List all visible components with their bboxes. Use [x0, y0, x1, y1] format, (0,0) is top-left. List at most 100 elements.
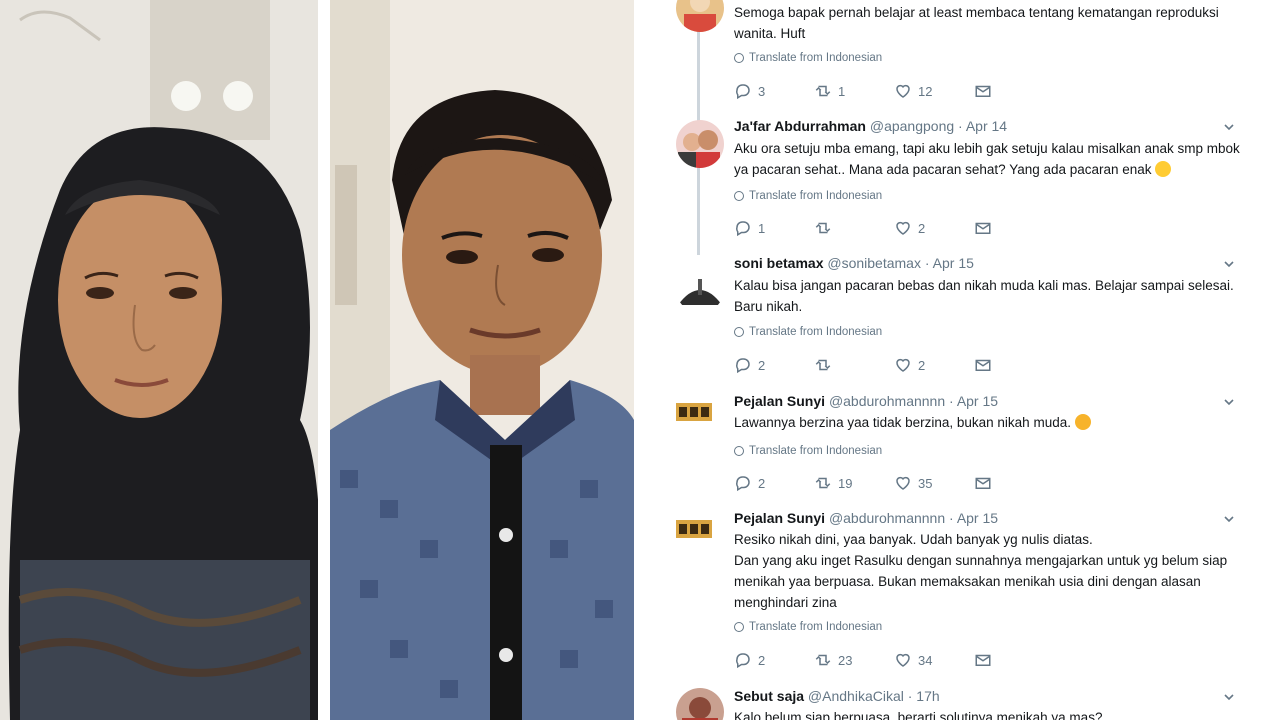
reply-button[interactable]: 2 — [734, 651, 814, 669]
retweet-icon — [815, 359, 831, 371]
like-icon — [896, 358, 910, 372]
like-count: 35 — [918, 475, 933, 491]
globe-icon — [734, 622, 744, 632]
retweet-count: 1 — [838, 83, 846, 99]
tweet-actions: 2 2 — [734, 356, 1054, 374]
like-count: 34 — [918, 652, 933, 668]
photo-boy — [330, 0, 634, 720]
retweet-count: 23 — [838, 652, 853, 668]
photo-boy-illustration — [330, 0, 634, 720]
tweet-time[interactable]: 17h — [916, 688, 939, 704]
user-handle[interactable]: @abdurohmannnn — [829, 393, 945, 409]
twitter-replies-thread: Semoga bapak pernah belajar at least mem… — [634, 0, 1280, 720]
like-icon — [896, 653, 910, 667]
retweet-button[interactable]: 1 — [814, 82, 894, 100]
avatar[interactable] — [676, 0, 724, 32]
direct-message-button[interactable] — [974, 356, 1054, 374]
tweet-time[interactable]: Apr 15 — [957, 393, 998, 409]
reply-count: 2 — [758, 475, 766, 491]
reply-icon — [736, 653, 750, 669]
tweet-time[interactable]: Apr 14 — [966, 118, 1007, 134]
tweet-time[interactable]: Apr 15 — [933, 255, 974, 271]
translate-link[interactable]: Translate from Indonesian — [734, 52, 882, 64]
user-handle[interactable]: @abdurohmannnn — [829, 510, 945, 526]
like-button[interactable]: 2 — [894, 356, 974, 374]
tweet-reply[interactable]: Semoga bapak pernah belajar at least mem… — [634, 0, 1280, 110]
photo-divider — [318, 0, 330, 720]
chevron-down-icon[interactable] — [1224, 514, 1234, 524]
avatar[interactable] — [676, 688, 724, 720]
message-icon — [975, 359, 991, 371]
like-button[interactable]: 34 — [894, 651, 974, 669]
avatar[interactable] — [676, 120, 724, 168]
like-icon — [896, 84, 910, 98]
retweet-button[interactable] — [814, 356, 894, 374]
retweet-icon — [815, 85, 831, 97]
avatar[interactable] — [676, 265, 724, 313]
direct-message-button[interactable] — [974, 651, 1054, 669]
tweet-reply[interactable]: Ja'far Abdurrahman @apangpong · Apr 14 A… — [634, 118, 1280, 248]
reply-button[interactable]: 1 — [734, 219, 814, 237]
direct-message-button[interactable] — [974, 474, 1054, 492]
tweet-reply[interactable]: Sebut saja @AndhikaCikal · 17h Kalo belu… — [634, 688, 1280, 720]
reply-count: 2 — [758, 652, 766, 668]
tweet-header: Pejalan Sunyi @abdurohmannnn · Apr 15 — [734, 393, 999, 409]
direct-message-button[interactable] — [974, 82, 1054, 100]
retweet-button[interactable]: 23 — [814, 651, 894, 669]
like-button[interactable]: 35 — [894, 474, 974, 492]
globe-icon — [734, 446, 744, 456]
message-icon — [975, 85, 991, 97]
like-icon — [896, 221, 910, 235]
user-name[interactable]: Ja'far Abdurrahman — [734, 118, 866, 134]
tweet-reply[interactable]: Pejalan Sunyi @abdurohmannnn · Apr 15 Re… — [634, 510, 1280, 680]
translate-link[interactable]: Translate from Indonesian — [734, 621, 882, 633]
chevron-down-icon[interactable] — [1224, 122, 1234, 132]
user-name[interactable]: Sebut saja — [734, 688, 804, 704]
reply-icon — [736, 358, 750, 374]
reply-count: 1 — [758, 220, 766, 236]
tweet-time[interactable]: Apr 15 — [957, 510, 998, 526]
avatar[interactable] — [676, 401, 712, 423]
retweet-button[interactable]: 19 — [814, 474, 894, 492]
tweet-text: Resiko nikah dini, yaa banyak. Udah bany… — [734, 532, 1228, 610]
like-button[interactable]: 2 — [894, 219, 974, 237]
retweet-icon — [815, 654, 831, 666]
like-count: 2 — [918, 357, 926, 373]
chevron-down-icon[interactable] — [1224, 397, 1234, 407]
tweet-text: Aku ora setuju mba emang, tapi aku lebih… — [734, 141, 1240, 177]
user-name[interactable]: Pejalan Sunyi — [734, 510, 825, 526]
chevron-down-icon[interactable] — [1224, 692, 1234, 702]
reply-button[interactable]: 3 — [734, 82, 814, 100]
grin-emoji-icon — [1155, 161, 1172, 177]
reply-icon — [736, 476, 750, 492]
direct-message-button[interactable] — [974, 219, 1054, 237]
tweet-actions: 1 2 — [734, 219, 1054, 237]
user-handle[interactable]: @AndhikaCikal — [808, 688, 904, 704]
chevron-down-icon[interactable] — [1224, 259, 1234, 269]
globe-icon — [734, 53, 744, 63]
tweet-text: Kalo belum siap berpuasa, berarti soluti… — [734, 710, 1103, 720]
globe-icon — [734, 191, 744, 201]
reply-button[interactable]: 2 — [734, 356, 814, 374]
retweet-icon — [815, 222, 831, 234]
translate-link[interactable]: Translate from Indonesian — [734, 326, 882, 338]
translate-link[interactable]: Translate from Indonesian — [734, 445, 882, 457]
translate-link[interactable]: Translate from Indonesian — [734, 190, 882, 202]
avatar[interactable] — [676, 518, 712, 540]
user-name[interactable]: soni betamax — [734, 255, 823, 271]
tweet-reply[interactable]: Pejalan Sunyi @abdurohmannnn · Apr 15 La… — [634, 393, 1280, 503]
like-button[interactable]: 12 — [894, 82, 974, 100]
tweet-text: Kalau bisa jangan pacaran bebas dan nika… — [734, 278, 1234, 314]
reply-button[interactable]: 2 — [734, 474, 814, 492]
retweet-button[interactable] — [814, 219, 894, 237]
tweet-actions: 3 1 12 — [734, 82, 1054, 100]
user-name[interactable]: Pejalan Sunyi — [734, 393, 825, 409]
message-icon — [975, 222, 991, 234]
reply-count: 3 — [758, 83, 766, 99]
tweet-actions: 2 19 35 — [734, 474, 1054, 492]
user-handle[interactable]: @apangpong — [870, 118, 954, 134]
tweet-actions: 2 23 34 — [734, 651, 1054, 669]
user-handle[interactable]: @sonibetamax — [827, 255, 921, 271]
tweet-text: Lawannya berzina yaa tidak berzina, buka… — [734, 412, 1254, 433]
tweet-reply[interactable]: soni betamax @sonibetamax · Apr 15 Kalau… — [634, 255, 1280, 385]
